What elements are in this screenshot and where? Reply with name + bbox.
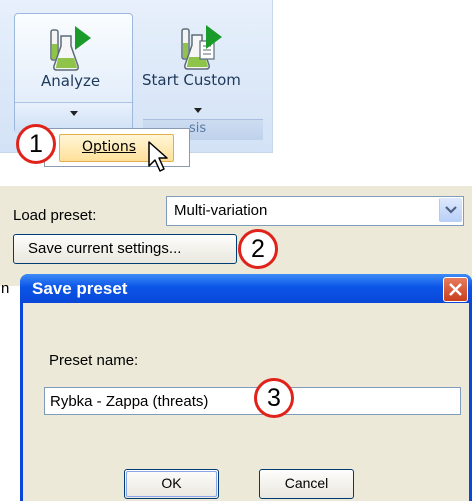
step-marker-3: 3 xyxy=(254,378,294,418)
preset-select[interactable]: Multi-variation xyxy=(166,196,464,226)
group-caption-text: sis xyxy=(189,121,207,136)
partial-text: n xyxy=(1,280,10,297)
close-icon xyxy=(449,283,462,296)
step-marker-2: 2 xyxy=(238,229,278,269)
preset-name-input[interactable]: Rybka - Zappa (threats) xyxy=(44,387,461,415)
preset-select-value: Multi-variation xyxy=(174,202,268,219)
save-preset-dialog: Save preset Preset name: Rybka - Zappa (… xyxy=(20,274,472,501)
step-marker-1: 1 xyxy=(16,124,56,164)
ok-button[interactable]: OK xyxy=(124,469,219,499)
dropdown-arrow-icon[interactable] xyxy=(194,108,202,113)
load-preset-label: Load preset: xyxy=(13,207,97,224)
dialog-body: Preset name: Rybka - Zappa (threats) 3 O… xyxy=(23,303,469,501)
dropdown-arrow-icon xyxy=(70,111,78,116)
chevron-down-icon xyxy=(445,206,457,214)
save-current-settings-button[interactable]: Save current settings... xyxy=(13,234,237,264)
close-button[interactable] xyxy=(443,277,468,302)
start-custom-label[interactable]: Start Custom xyxy=(142,71,241,89)
dialog-titlebar[interactable]: Save preset xyxy=(20,274,472,303)
options-label: Options xyxy=(82,139,137,155)
select-dropdown-button[interactable] xyxy=(439,198,462,222)
preset-name-value: Rybka - Zappa (threats) xyxy=(50,393,209,410)
flask-play-icon xyxy=(50,26,91,71)
preset-name-label: Preset name: xyxy=(49,352,139,369)
dialog-title: Save preset xyxy=(32,279,128,298)
flask-document-icon xyxy=(181,25,222,70)
cancel-button[interactable]: Cancel xyxy=(259,469,354,499)
analyze-button[interactable]: Analyze xyxy=(14,13,133,133)
analyze-label: Analyze xyxy=(41,72,101,90)
save-current-settings-label: Save current settings... xyxy=(28,240,182,257)
mouse-cursor-icon xyxy=(148,141,168,172)
